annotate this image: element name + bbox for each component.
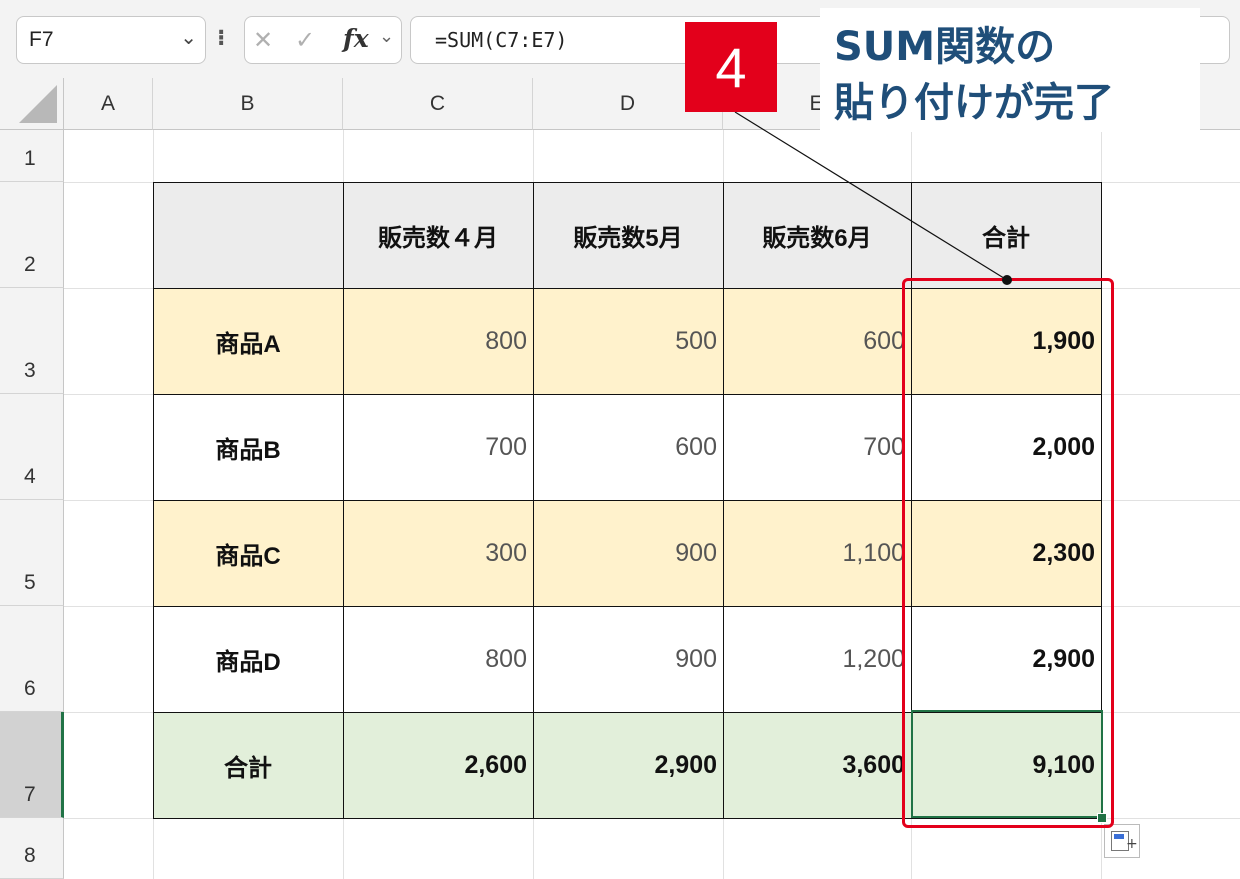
callout-text-line-1: SUM関数の <box>834 24 1056 70</box>
callout-box: SUM関数の 貼り付けが完了 <box>820 8 1200 132</box>
step-number-badge: 4 <box>685 22 777 112</box>
callout-text-line-2: 貼り付けが完了 <box>834 80 1114 126</box>
